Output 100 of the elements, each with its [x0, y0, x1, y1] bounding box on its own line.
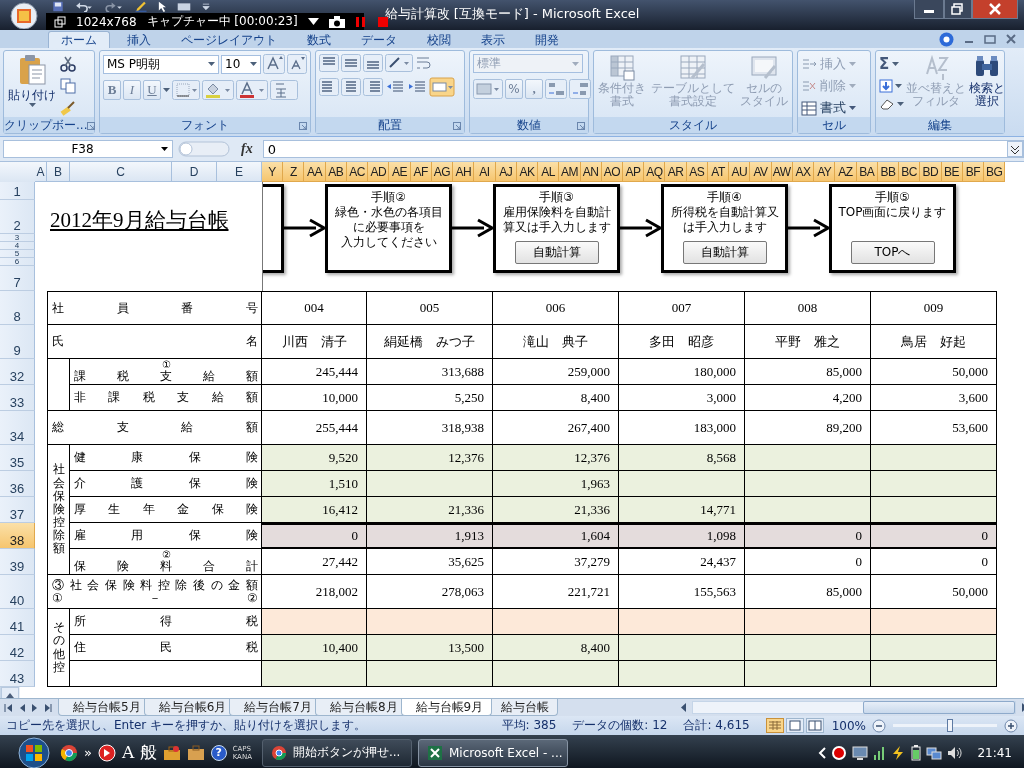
column-header[interactable]: AY: [814, 162, 836, 182]
row-header[interactable]: 40: [0, 575, 35, 609]
row-header[interactable]: 37: [0, 497, 35, 523]
column-header[interactable]: Z: [283, 162, 305, 182]
column-header[interactable]: AB: [325, 162, 347, 182]
align-right-icon[interactable]: [363, 78, 383, 96]
column-header[interactable]: B: [47, 162, 70, 182]
slider-thumb[interactable]: [947, 718, 954, 732]
column-header[interactable]: AV: [750, 162, 772, 182]
align-bottom-icon[interactable]: [363, 54, 383, 72]
column-header[interactable]: AH: [453, 162, 475, 182]
battery-icon[interactable]: [911, 744, 922, 761]
record-icon[interactable]: [831, 744, 848, 761]
row-header[interactable]: 6: [0, 258, 35, 266]
column-header[interactable]: E: [217, 162, 262, 182]
align-center-icon[interactable]: [341, 78, 361, 96]
column-header[interactable]: AN: [580, 162, 602, 182]
browser-icon[interactable]: [60, 743, 78, 762]
zoom-in-button[interactable]: [1004, 718, 1018, 733]
scroll-thumb[interactable]: [863, 701, 1016, 714]
page-layout-view-icon[interactable]: [785, 718, 804, 733]
column-header[interactable]: AX: [792, 162, 815, 182]
comma-button[interactable]: ,: [525, 79, 543, 99]
orientation-icon[interactable]: [385, 54, 413, 72]
column-header[interactable]: A: [35, 162, 47, 182]
zoom-level[interactable]: 100%: [831, 718, 866, 733]
column-header[interactable]: AJ: [495, 162, 517, 182]
briefcase-icon[interactable]: [186, 743, 205, 762]
paste-button[interactable]: 貼り付け: [7, 54, 57, 107]
copy-icon[interactable]: [60, 78, 76, 94]
column-header[interactable]: AM: [559, 162, 581, 182]
align-top-icon[interactable]: [319, 54, 339, 72]
window-icon[interactable]: [54, 15, 66, 28]
row-header[interactable]: 2: [0, 200, 35, 234]
pen-icon[interactable]: [133, 1, 149, 12]
column-header[interactable]: BA: [856, 162, 878, 182]
ribbon-tab[interactable]: データ: [348, 31, 410, 48]
signal-icon[interactable]: [873, 744, 886, 761]
row-header[interactable]: 8: [0, 291, 35, 325]
row-header[interactable]: 34: [0, 411, 35, 445]
app-icon[interactable]: [97, 743, 116, 762]
close-button[interactable]: [972, 0, 1018, 19]
taskbar-button[interactable]: 開始ボタンが押せ...: [261, 738, 412, 767]
percent-button[interactable]: %: [505, 79, 523, 99]
expand-icon[interactable]: [1007, 141, 1023, 157]
column-header[interactable]: AI: [474, 162, 496, 182]
dropdown-icon[interactable]: [307, 18, 319, 25]
last-sheet-icon[interactable]: [43, 702, 52, 713]
find-select-button[interactable]: 検索と 選択: [968, 54, 1006, 108]
dialog-launcher-icon[interactable]: [299, 121, 307, 130]
column-header[interactable]: AU: [729, 162, 751, 182]
row-header[interactable]: 1: [0, 182, 35, 200]
column-header[interactable]: AD: [368, 162, 390, 182]
help-icon[interactable]: [939, 31, 954, 47]
screen-icon[interactable]: [175, 1, 193, 12]
eraser-icon[interactable]: [879, 98, 895, 110]
macro-button[interactable]: TOPへ: [850, 241, 935, 264]
ribbon-tab[interactable]: 挿入: [114, 31, 164, 48]
row-header[interactable]: 4: [0, 242, 35, 250]
row-header[interactable]: 43: [0, 661, 35, 687]
clipboard-icon[interactable]: [17, 54, 47, 86]
customize-icon[interactable]: [201, 1, 211, 12]
pointer-icon[interactable]: [157, 1, 167, 12]
clock[interactable]: 21:41: [977, 745, 1012, 760]
ime-mode-button[interactable]: A 般: [121, 741, 157, 764]
ribbon-tab[interactable]: 校閲: [414, 31, 464, 48]
italic-button[interactable]: I: [123, 80, 141, 100]
font-name-field[interactable]: MS P明朝: [103, 54, 219, 74]
save-icon[interactable]: [51, 1, 65, 12]
ribbon-tab[interactable]: 開発: [522, 31, 572, 48]
column-header[interactable]: BD: [920, 162, 942, 182]
column-header[interactable]: BC: [899, 162, 921, 182]
ribbon-tab[interactable]: 数式: [294, 31, 344, 48]
macro-button[interactable]: 自動計算: [682, 241, 767, 264]
font-size-field[interactable]: 10: [221, 54, 261, 74]
column-header[interactable]: AR: [665, 162, 687, 182]
monitor-icon[interactable]: [852, 744, 869, 761]
show-hidden-icon[interactable]: [818, 746, 827, 759]
network-icon[interactable]: [926, 744, 943, 761]
column-header[interactable]: AA: [304, 162, 326, 182]
camera-icon[interactable]: [328, 15, 345, 28]
row-header[interactable]: 7: [0, 266, 35, 291]
shrink-font-icon[interactable]: [287, 54, 307, 74]
caret-icon[interactable]: [208, 62, 215, 66]
column-header[interactable]: AE: [389, 162, 411, 182]
decrease-decimal-icon[interactable]: [569, 79, 591, 99]
column-header[interactable]: AO: [601, 162, 623, 182]
formula-field[interactable]: 0: [262, 140, 1024, 158]
column-header[interactable]: AQ: [644, 162, 666, 182]
column-header[interactable]: AL: [538, 162, 560, 182]
next-sheet-icon[interactable]: [30, 702, 39, 713]
row-header[interactable]: 38: [0, 523, 35, 549]
caret-icon[interactable]: [250, 62, 257, 66]
first-sheet-icon[interactable]: [4, 702, 13, 713]
column-header[interactable]: C: [70, 162, 172, 182]
ribbon-tab[interactable]: ページレイアウト: [168, 31, 290, 48]
row-header[interactable]: 36: [0, 471, 35, 497]
row-header[interactable]: 3: [0, 234, 35, 242]
dialog-launcher-icon[interactable]: [453, 121, 461, 130]
grow-font-icon[interactable]: [263, 54, 285, 74]
